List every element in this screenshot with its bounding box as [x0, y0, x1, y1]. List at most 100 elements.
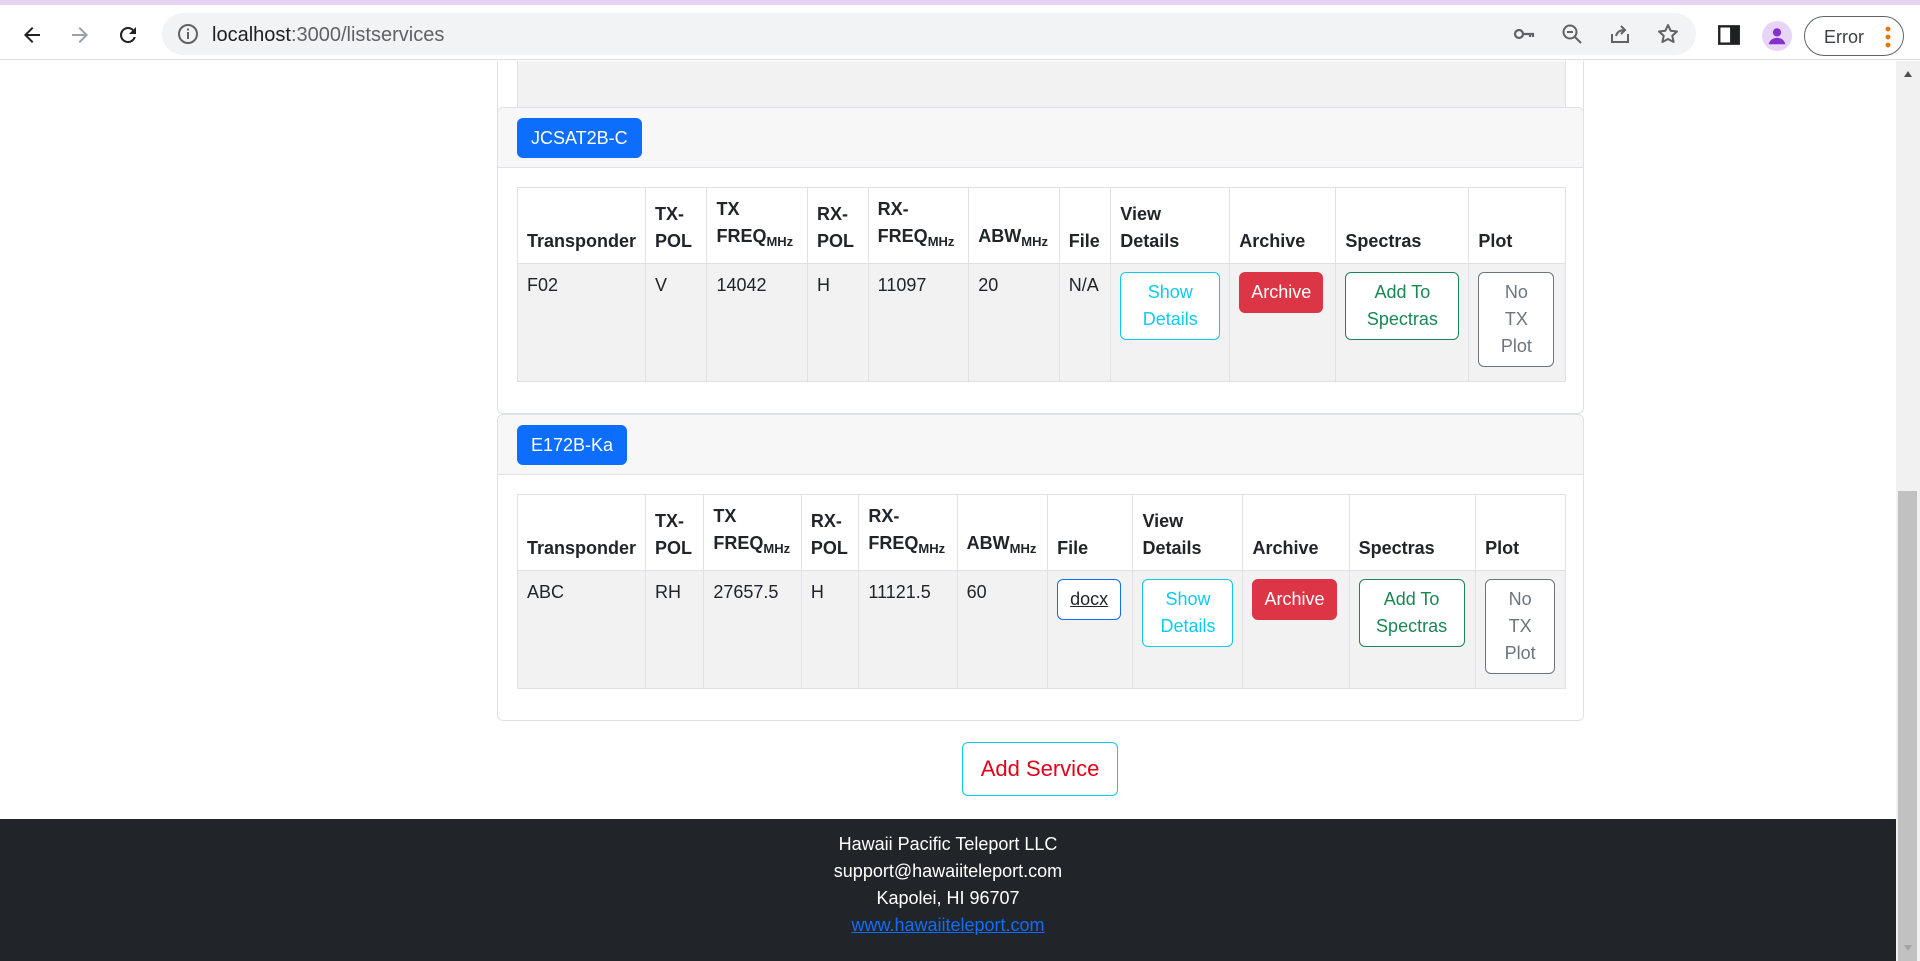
satellite-button[interactable]: JCSAT2B-C [517, 118, 642, 158]
no-tx-plot-button[interactable]: No TX Plot [1485, 579, 1556, 674]
service-card-body: Transponder TX- POL TX FREQMHz RX- POL RX-… [516, 494, 1566, 689]
header-spectras: Spectras [1348, 494, 1477, 571]
cell-rx-pol: H [800, 570, 860, 689]
cell-abw: 60 [956, 570, 1049, 689]
service-card: E172B-Ka Transponder TX- POL TX FREQMHz R… [497, 414, 1584, 721]
cell-spectras: Add To Spectras [1348, 570, 1477, 689]
header-tx-freq: TX FREQMHz [706, 187, 809, 264]
forward-button[interactable] [62, 17, 98, 53]
person-icon [1768, 28, 1786, 45]
url-path: :3000/listservices [290, 24, 445, 46]
archive-button[interactable]: Archive [1239, 272, 1324, 313]
profile-error-label: Error [1824, 27, 1864, 47]
show-details-button[interactable]: Show Details [1120, 272, 1221, 340]
address-bar[interactable]: localhost:3000/listservices [162, 13, 1696, 55]
cell-tx-pol: RH [645, 570, 705, 689]
reload-icon [120, 26, 136, 43]
cell-plot: No TX Plot [1475, 570, 1566, 689]
cell-tx-freq: 14042 [706, 263, 809, 382]
page-viewport: JCSAT2B-C Transponder TX- POL TX FREQMHz … [0, 61, 1896, 961]
header-archive: Archive [1229, 187, 1337, 264]
forward-arrow-icon [72, 27, 88, 43]
bookmark-star-icon[interactable] [1656, 22, 1680, 46]
header-rx-pol: RX- POL [800, 494, 860, 571]
service-card-header: JCSAT2B-C [498, 108, 1583, 168]
header-abw: ABWMHz [956, 494, 1049, 571]
cell-spectras: Add To Spectras [1335, 263, 1470, 382]
kebab-menu-icon[interactable] [1885, 26, 1891, 48]
scroll-up-arrow-icon[interactable] [1903, 69, 1913, 79]
scroll-down-arrow-icon[interactable] [1903, 943, 1913, 953]
cell-transponder: F02 [516, 263, 647, 382]
service-card-header: E172B-Ka [498, 415, 1583, 475]
page-scrollbar[interactable] [1896, 61, 1920, 961]
archive-button[interactable]: Archive [1252, 579, 1337, 620]
header-plot: Plot [1468, 187, 1566, 264]
cell-rx-pol: H [807, 263, 869, 382]
footer-company: Hawaii Pacific Teleport LLC [838, 834, 1058, 854]
table-header-row: Transponder TX- POL TX FREQMHz RX- POL RX-… [516, 494, 1566, 571]
cell-view-details: Show Details [1110, 263, 1231, 382]
key-icon[interactable] [1512, 22, 1536, 46]
footer-website-link[interactable]: www.hawaiiteleport.com [851, 915, 1044, 935]
header-view-details: View Details [1110, 187, 1231, 264]
cell-file: docx [1047, 570, 1134, 689]
header-file: File [1058, 187, 1112, 264]
url-text: localhost:3000/listservices [212, 24, 444, 47]
transponder-table: Transponder TX- POL TX FREQMHz RX- POL RX-… [516, 187, 1566, 382]
cell-abw: 20 [968, 263, 1060, 382]
back-button[interactable] [14, 17, 50, 53]
header-rx-pol: RX- POL [807, 187, 869, 264]
header-tx-freq: TX FREQMHz [703, 494, 802, 571]
table-header-row: Transponder TX- POL TX FREQMHz RX- POL RX-… [516, 187, 1566, 264]
header-abw: ABWMHz [968, 187, 1060, 264]
header-rx-freq: RX- FREQMHz [858, 494, 958, 571]
header-view-details: View Details [1132, 494, 1244, 571]
header-transponder: Transponder [516, 494, 647, 571]
cell-view-details: Show Details [1132, 570, 1244, 689]
zoom-out-icon[interactable] [1560, 22, 1584, 46]
scrollbar-thumb[interactable] [1898, 491, 1917, 961]
header-archive: Archive [1242, 494, 1350, 571]
profile-error-button[interactable]: Error [1804, 16, 1904, 56]
add-to-spectras-button[interactable]: Add To Spectras [1345, 272, 1460, 340]
table-row: ABC RH 27657.5 H 11121.5 60 docx Show Det… [516, 570, 1566, 689]
show-details-button[interactable]: Show Details [1142, 579, 1234, 647]
footer-email: support@hawaiiteleport.com [833, 861, 1063, 881]
header-plot: Plot [1475, 494, 1566, 571]
browser-toolbar: localhost:3000/listservices Error [0, 5, 1920, 60]
service-card-body: Transponder TX- POL TX FREQMHz RX- POL RX-… [516, 187, 1566, 382]
no-tx-plot-button[interactable]: No TX Plot [1478, 272, 1555, 367]
cell-plot: No TX Plot [1468, 263, 1566, 382]
url-host: localhost [212, 24, 291, 46]
share-icon[interactable] [1608, 22, 1632, 46]
header-rx-freq: RX- FREQMHz [867, 187, 970, 264]
cell-rx-freq: 11097 [867, 263, 970, 382]
file-download-link[interactable]: docx [1057, 579, 1122, 620]
cell-transponder: ABC [516, 570, 647, 689]
cell-archive: Archive [1229, 263, 1337, 382]
table-row: F02 V 14042 H 11097 20 N/A Show Details A… [516, 263, 1566, 382]
transponder-table: Transponder TX- POL TX FREQMHz RX- POL RX-… [516, 494, 1566, 689]
header-file: File [1047, 494, 1134, 571]
cell-tx-pol: V [645, 263, 708, 382]
add-to-spectras-button[interactable]: Add To Spectras [1358, 579, 1465, 647]
cell-file: N/A [1058, 263, 1112, 382]
header-transponder: Transponder [516, 187, 647, 264]
page-footer: Hawaii Pacific Teleport LLC support@hawa… [0, 819, 1896, 961]
add-service-button[interactable]: Add Service [962, 742, 1118, 796]
cell-tx-freq: 27657.5 [703, 570, 802, 689]
header-spectras: Spectras [1335, 187, 1470, 264]
side-panel-icon[interactable] [1716, 22, 1742, 48]
satellite-button[interactable]: E172B-Ka [517, 425, 628, 465]
back-arrow-icon [24, 27, 40, 43]
header-tx-pol: TX- POL [645, 187, 708, 264]
footer-address: Kapolei, HI 96707 [876, 888, 1020, 908]
reload-button[interactable] [110, 17, 146, 53]
service-card: JCSAT2B-C Transponder TX- POL TX FREQMHz … [497, 107, 1584, 414]
cell-archive: Archive [1242, 570, 1350, 689]
site-info-icon[interactable] [176, 22, 200, 46]
header-tx-pol: TX- POL [645, 494, 705, 571]
cell-rx-freq: 11121.5 [858, 570, 958, 689]
profile-avatar[interactable] [1762, 21, 1792, 51]
